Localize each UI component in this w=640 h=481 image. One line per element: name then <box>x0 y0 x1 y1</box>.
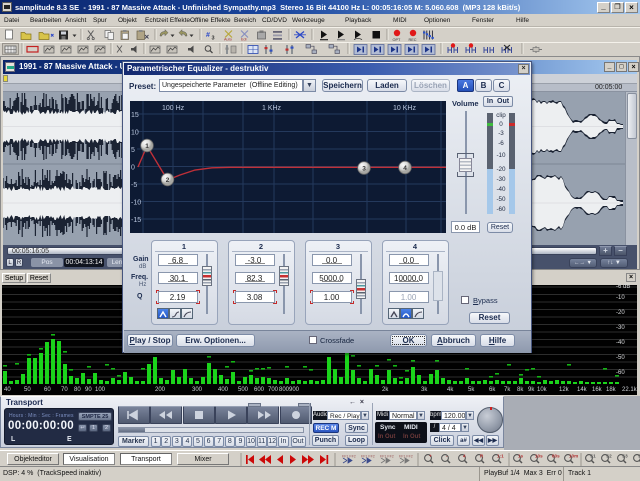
svg-text:Auto: Auto <box>224 38 232 42</box>
svg-text:#: # <box>206 32 210 39</box>
svg-text:60s: 60s <box>552 454 560 459</box>
svg-text:10 KHz: 10 KHz <box>393 105 416 112</box>
svg-text:4: 4 <box>463 454 466 459</box>
svg-text:2: 2 <box>166 177 170 184</box>
svg-text:FF1 FF2: FF1 FF2 <box>361 455 375 459</box>
svg-text:1s: 1s <box>518 454 524 459</box>
svg-text:1: 1 <box>145 143 149 150</box>
svg-text:FF1 FF2: FF1 FF2 <box>380 455 394 459</box>
svg-text:S3: S3 <box>622 454 628 459</box>
svg-text:10: 10 <box>131 130 139 137</box>
svg-text:1:1: 1:1 <box>497 454 504 459</box>
svg-text:10m: 10m <box>569 454 578 459</box>
svg-text:3: 3 <box>362 166 366 173</box>
svg-text:5: 5 <box>131 147 135 154</box>
svg-text:4: 4 <box>403 165 407 172</box>
svg-text:0: 0 <box>131 165 135 172</box>
svg-text:-10: -10 <box>131 200 141 207</box>
svg-text:3: 3 <box>212 36 215 42</box>
svg-text:100 Hz: 100 Hz <box>162 105 185 112</box>
svg-text:R: R <box>480 454 484 459</box>
svg-text:+: + <box>429 454 432 459</box>
svg-text:FF1 FF2: FF1 FF2 <box>342 455 356 459</box>
svg-text:Edi: Edi <box>241 38 247 42</box>
svg-text:-15: -15 <box>131 217 141 224</box>
svg-text:15: 15 <box>131 112 139 119</box>
svg-text:-5: -5 <box>131 182 137 189</box>
svg-text:1 KHz: 1 KHz <box>262 105 282 112</box>
svg-text:S1: S1 <box>590 454 596 459</box>
svg-text:FF1 FF2: FF1 FF2 <box>399 455 413 459</box>
svg-text:10s: 10s <box>535 454 543 459</box>
svg-text:S2: S2 <box>606 454 612 459</box>
